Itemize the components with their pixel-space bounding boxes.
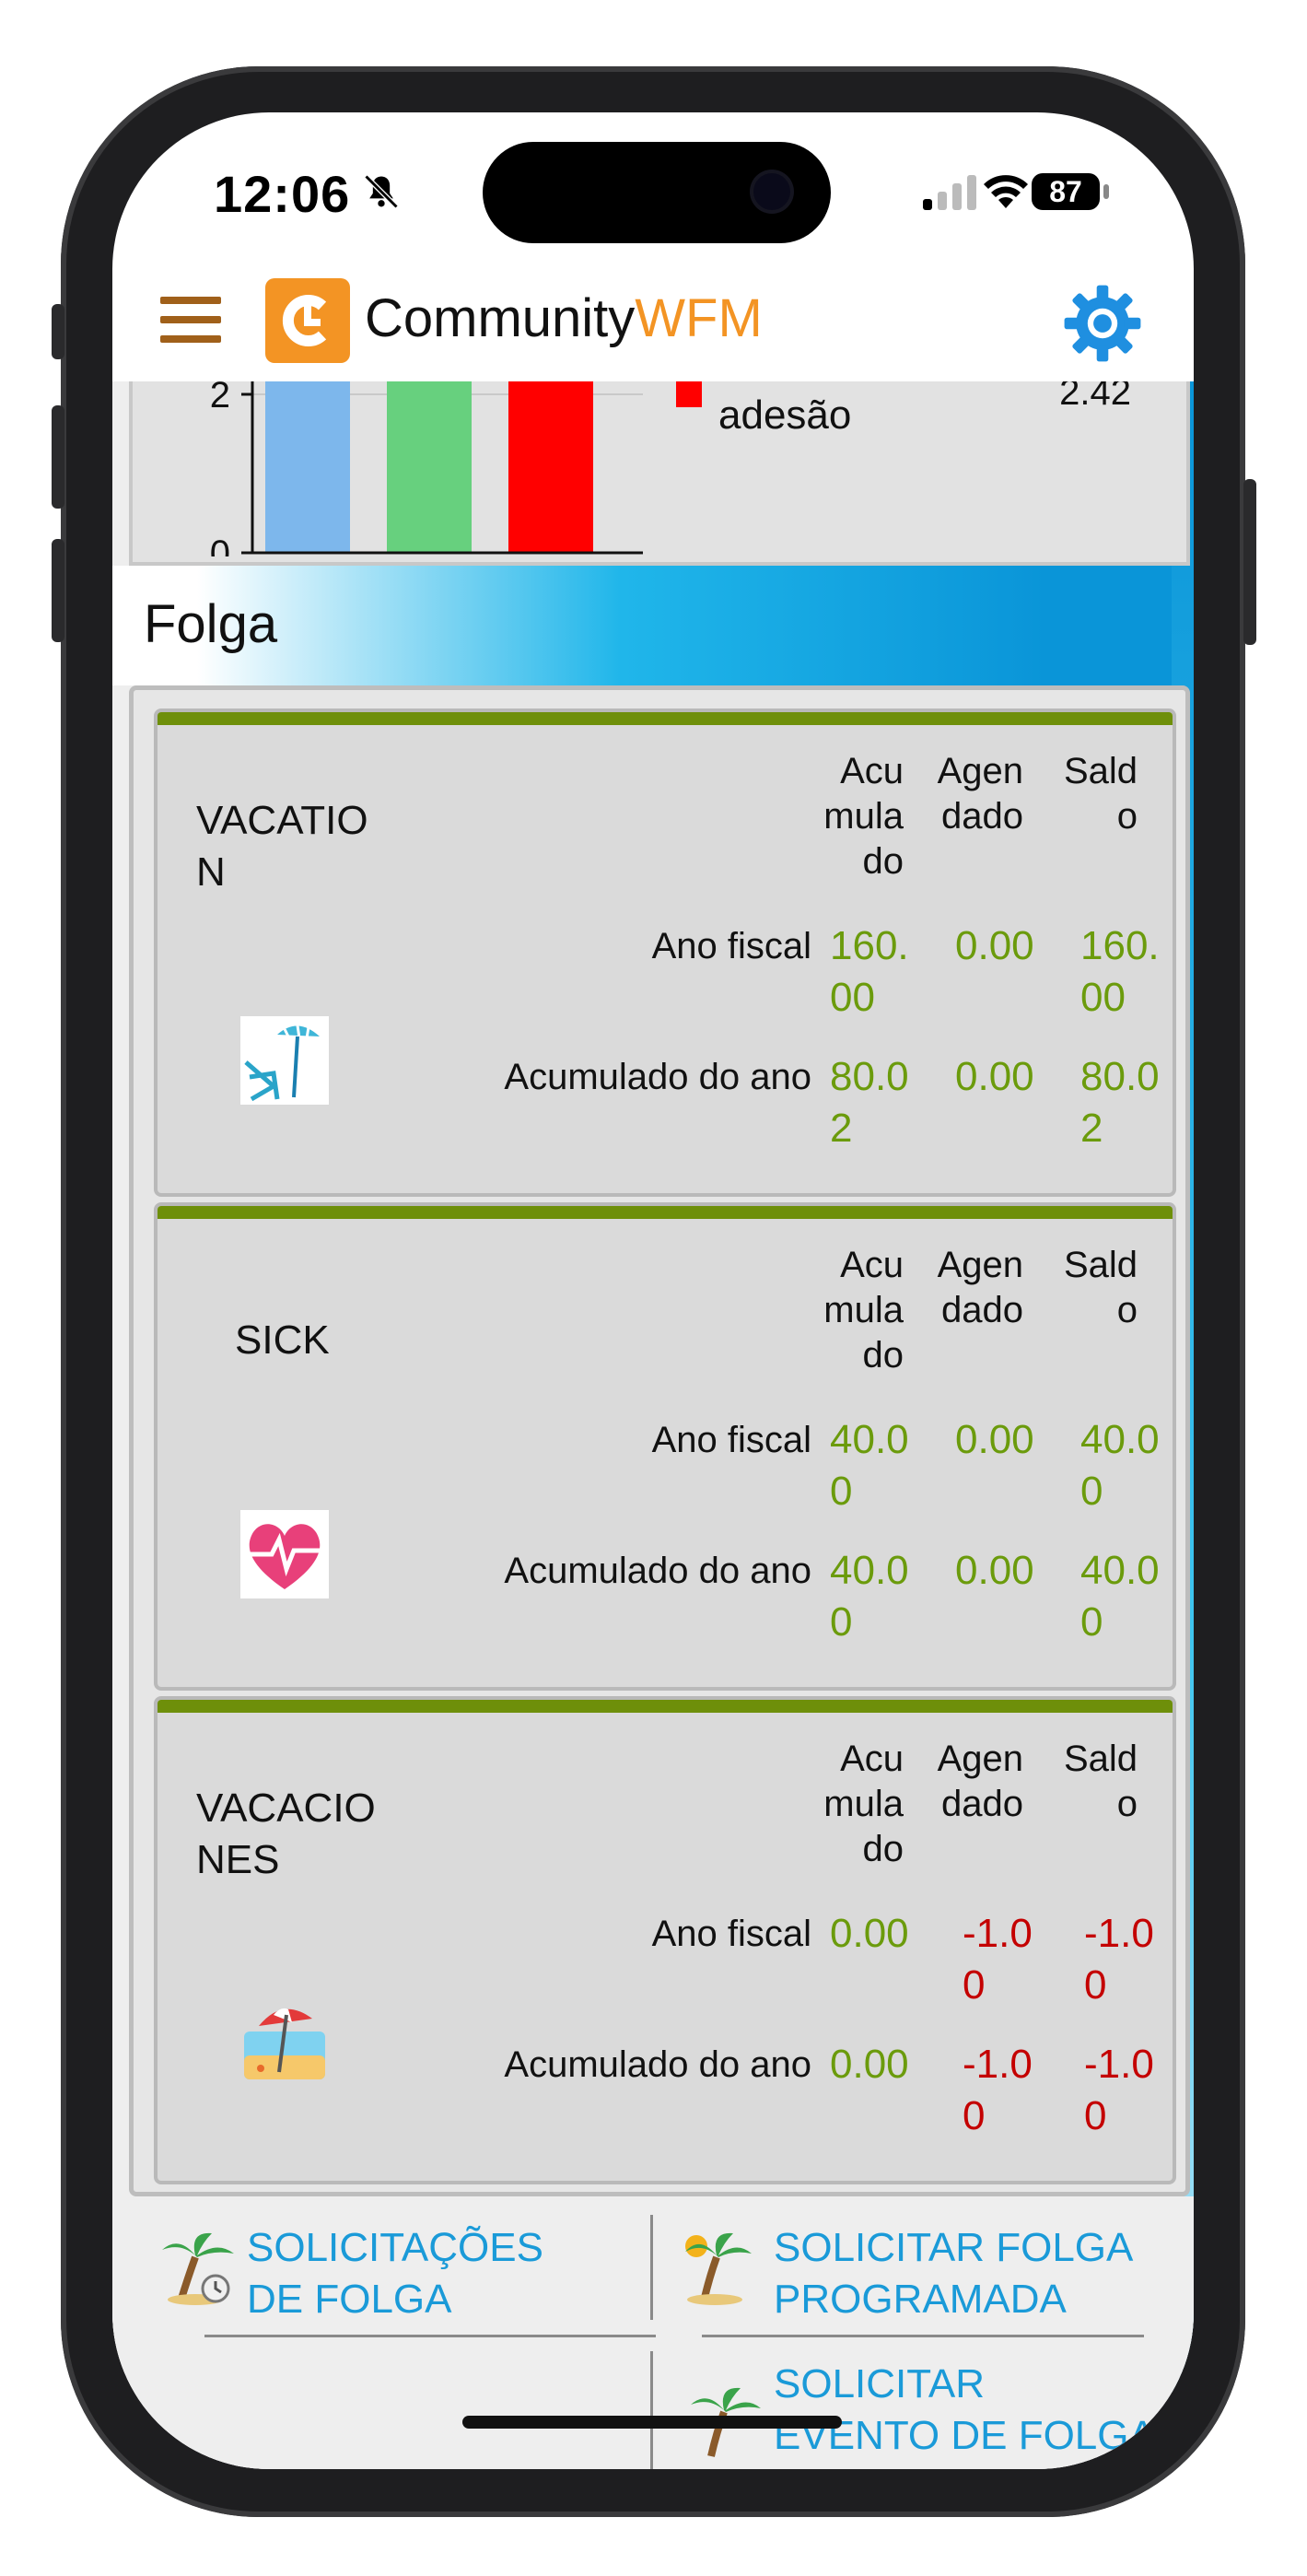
power-button: [1243, 479, 1256, 645]
value-cell: 40.0 0: [830, 1417, 909, 1514]
app-header: CommunityWFM: [112, 278, 1194, 381]
cellular-signal-icon: [923, 175, 976, 210]
value-cell: 160. 00: [830, 923, 909, 1020]
wifi-icon: [984, 175, 1028, 208]
row-label-ano-fiscal: Ano fiscal: [651, 1914, 811, 1954]
row-label-acumulado-ano: Acumulado do ano: [504, 2044, 811, 2085]
mute-switch: [52, 304, 64, 359]
col-header-acumulado: Acu mula do: [823, 1739, 904, 1869]
adherence-bar-chart: 20: [210, 381, 643, 556]
link-solicitar-evento-recorrente[interactable]: SOLICITAR EVENTO DE FOLGA RECORRENTE: [774, 2359, 1156, 2469]
battery-icon: 87: [1032, 173, 1100, 210]
value-cell: 40.0 0: [1080, 1417, 1160, 1514]
section-title: Folga: [144, 594, 278, 654]
chart-bar: [265, 381, 350, 553]
value-cell: 80.0 2: [1080, 1054, 1160, 1151]
col-header-saldo: Sald o: [1063, 751, 1138, 837]
col-header-agendado: Agen dado: [937, 1245, 1023, 1330]
legend-label: adesão: [718, 392, 852, 438]
palm-tree-sun-icon: [685, 2232, 752, 2305]
col-header-acumulado: Acu mula do: [823, 751, 904, 882]
folga-balances-panel: VACATIO N Acu mula do Agen dado Sald o A…: [129, 685, 1190, 2196]
adherence-value: 2.42: [1059, 381, 1131, 413]
chart-bar: [387, 381, 472, 553]
value-cell: 0.00: [955, 1548, 1034, 1593]
volume-down-button: [52, 539, 64, 642]
divider: [650, 2351, 653, 2469]
palm-tree-clock-icon: [162, 2232, 234, 2305]
volume-up-button: [52, 405, 64, 509]
sick-card[interactable]: SICK Acu mula do Agen dado Sald o Ano fi…: [154, 1202, 1176, 1691]
col-header-agendado: Agen dado: [937, 1739, 1023, 1824]
divider: [650, 2215, 653, 2320]
col-header-acumulado: Acu mula do: [823, 1245, 904, 1376]
col-header-saldo: Sald o: [1063, 1739, 1138, 1824]
card-accent-bar: [158, 1206, 1173, 1219]
front-camera: [753, 173, 790, 210]
value-cell: 160. 00: [1080, 923, 1160, 1020]
value-cell: 0.00: [830, 1911, 909, 1956]
value-cell: 0.00: [955, 923, 1034, 968]
leave-type-name: VACATIO N: [196, 798, 368, 895]
vacaciones-card[interactable]: VACACIO NES Acu mula do Agen dado Sald o…: [154, 1696, 1176, 2184]
screen: 12:06 87 CommunityWFM 2 0 adesão 2.42 Fo…: [112, 112, 1194, 2469]
home-indicator: [462, 2416, 842, 2429]
card-accent-bar: [158, 712, 1173, 725]
leave-type-name: SICK: [235, 1317, 330, 1363]
vacation-card[interactable]: VACATIO N Acu mula do Agen dado Sald o A…: [154, 708, 1176, 1197]
col-header-saldo: Sald o: [1063, 1245, 1138, 1330]
y-tick-label: 0: [210, 533, 230, 556]
brand-wfm: WFM: [635, 288, 763, 348]
hamburger-menu-icon[interactable]: [160, 297, 221, 352]
row-label-acumulado-ano: Acumulado do ano: [504, 1057, 811, 1097]
brand-community: Community: [365, 288, 636, 348]
main-content[interactable]: 20 adesão 2.42 Folga VACATIO N Acu mula: [112, 381, 1194, 2469]
status-bar: 12:06 87: [112, 112, 1194, 278]
value-cell: -1.0 0: [1084, 1911, 1154, 2008]
community-wfm-logo: [265, 278, 350, 363]
battery-tip: [1103, 184, 1109, 199]
app-title: CommunityWFM: [365, 287, 763, 349]
col-header-agendado: Agen dado: [937, 751, 1023, 837]
link-solicitar-folga-programada[interactable]: SOLICITAR FOLGA PROGRAMADA: [774, 2222, 1133, 2325]
chart-bar: [508, 381, 593, 553]
clock: 12:06: [214, 165, 351, 223]
gear-icon[interactable]: [1061, 282, 1144, 365]
value-cell: -1.0 0: [963, 2042, 1033, 2138]
leave-type-name: VACACIO NES: [196, 1786, 376, 1882]
row-label-acumulado-ano: Acumulado do ano: [504, 1551, 811, 1591]
value-cell: 40.0 0: [830, 1548, 909, 1645]
value-cell: 40.0 0: [1080, 1548, 1160, 1645]
y-tick-label: 2: [210, 381, 230, 416]
row-label-ano-fiscal: Ano fiscal: [651, 926, 811, 966]
legend-swatch: [676, 381, 702, 407]
value-cell: 0.00: [830, 2042, 909, 2087]
folga-section-header: Folga: [112, 566, 1172, 685]
link-solicitacoes-de-folga[interactable]: SOLICITAÇÕES DE FOLGA: [247, 2222, 543, 2325]
value-cell: -1.0 0: [1084, 2042, 1154, 2138]
bell-slash-icon: [364, 174, 399, 209]
value-cell: -1.0 0: [963, 1911, 1033, 2008]
divider: [204, 2335, 656, 2337]
value-cell: 0.00: [955, 1054, 1034, 1099]
row-label-ano-fiscal: Ano fiscal: [651, 1420, 811, 1460]
card-accent-bar: [158, 1700, 1173, 1713]
value-cell: 0.00: [955, 1417, 1034, 1462]
divider: [702, 2335, 1144, 2337]
value-cell: 80.0 2: [830, 1054, 909, 1151]
adherence-chart-card: 20 adesão 2.42: [129, 381, 1190, 566]
